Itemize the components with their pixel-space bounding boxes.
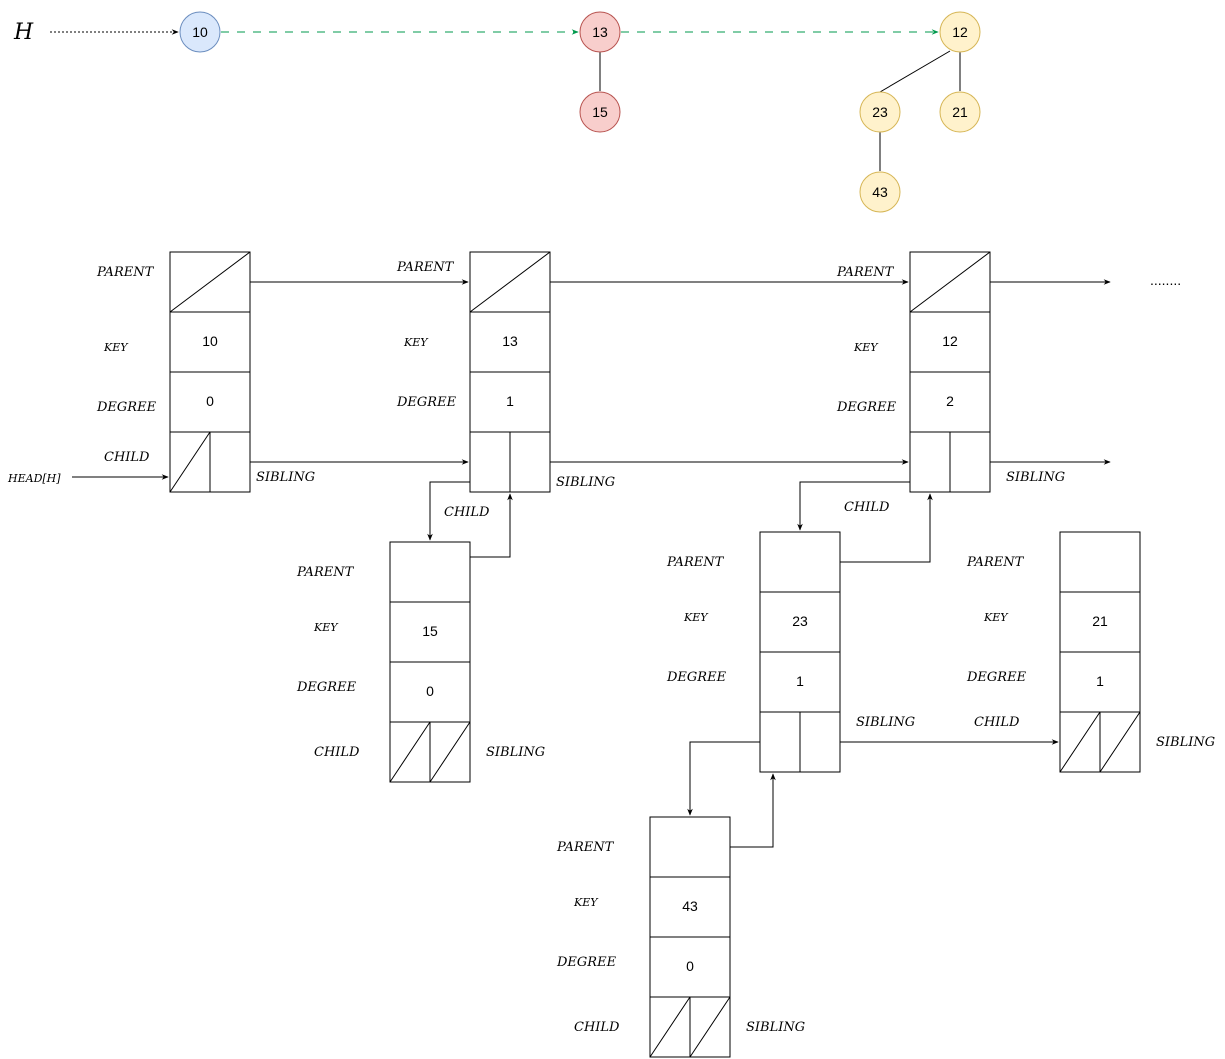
parent-label: PARENT (296, 565, 355, 580)
degree-value: 0 (426, 683, 434, 699)
key-label: KEY (573, 896, 599, 909)
binomial-heap-diagram: H 10 13151223 2143 100PARENTKEYDEGREECHI… (7, 11, 1215, 1058)
sibling-cell (509, 431, 551, 493)
parent-cell (759, 531, 841, 593)
parent-cell (1059, 531, 1141, 593)
degree-value: 0 (206, 393, 214, 409)
sibling-label: SIBLING (556, 475, 615, 490)
tree-node: 23 (859, 91, 901, 133)
degree-label: DEGREE (296, 680, 357, 695)
key-label: KEY (103, 341, 129, 354)
parent-cell (389, 541, 471, 603)
parent-label: PARENT (396, 260, 455, 275)
tree-node-key: 12 (952, 24, 968, 40)
key-value: 23 (792, 613, 808, 629)
sibling-cell (209, 431, 251, 493)
degree-label: DEGREE (836, 400, 897, 415)
sibling-label: SIBLING (856, 715, 915, 730)
key-value: 13 (502, 333, 518, 349)
tree-node-key: 43 (872, 184, 888, 200)
node-record-10: 10 0 PARENT KEY DEGREE CHILD SIBLING (96, 251, 315, 493)
node-record-13: 13 1 PARENT KEY DEGREE CHILD SIBLING (396, 251, 615, 520)
child-label: CHILD (444, 505, 490, 520)
sibling-label: SIBLING (1156, 735, 1215, 750)
tree-node: 15 (579, 91, 621, 133)
tree-node: 43 (859, 171, 901, 213)
child-label: CHILD (844, 500, 890, 515)
child-cell (909, 431, 951, 493)
degree-label: DEGREE (966, 670, 1027, 685)
ellipsis: ........ (1150, 272, 1181, 288)
sibling-label: SIBLING (1006, 470, 1065, 485)
tree-node-key: 23 (872, 104, 888, 120)
sibling-cell (799, 711, 841, 773)
node-record-43: 43 0 PARENT KEY DEGREE CHILD SIBLING (556, 816, 805, 1058)
degree-value: 1 (796, 673, 804, 689)
degree-label: DEGREE (666, 670, 727, 685)
degree-value: 2 (946, 393, 954, 409)
tree-node: 21 (939, 91, 981, 133)
degree-value: 1 (506, 393, 514, 409)
child-label: CHILD (314, 745, 360, 760)
node-record-12: 12 2 PARENT KEY DEGREE CHILD SIBLING (836, 251, 1065, 515)
child-cell (469, 431, 511, 493)
degree-label: DEGREE (396, 395, 457, 410)
parent-label: PARENT (96, 265, 155, 280)
tree-node-key: 10 (192, 24, 208, 40)
parent-cell (649, 816, 731, 878)
child-label: CHILD (104, 450, 150, 465)
parent-label: PARENT (836, 265, 895, 280)
degree-label: DEGREE (556, 955, 617, 970)
node-record-23: 23 1 PARENT KEY DEGREE SIBLING (666, 531, 915, 773)
key-label: KEY (983, 611, 1009, 624)
sibling-label: SIBLING (486, 745, 545, 760)
parent-label: PARENT (966, 555, 1025, 570)
head-label: HEAD[H] (7, 472, 61, 485)
tree-node-key: 13 (592, 24, 608, 40)
child-label: CHILD (974, 715, 1020, 730)
node-record-15: 15 0 PARENT KEY DEGREE CHILD SIBLING (296, 541, 545, 783)
key-label: KEY (313, 621, 339, 634)
heap-label: H (13, 20, 34, 45)
tree-view: H 10 13 15 12 23 21 43 (13, 11, 981, 213)
key-label: KEY (683, 611, 709, 624)
tree-edge (879, 50, 951, 93)
sibling-cell (949, 431, 991, 493)
child-cell (759, 711, 801, 773)
child-label: CHILD (574, 1020, 620, 1035)
tree-node-key: 21 (952, 104, 968, 120)
record-view: 100PARENTKEYDEGREECHILDSIBLING131PARENTK… (7, 251, 1215, 1058)
key-value: 15 (422, 623, 438, 639)
key-value: 10 (202, 333, 218, 349)
key-value: 43 (682, 898, 698, 914)
sibling-label: SIBLING (256, 470, 315, 485)
tree-node: 13 (579, 11, 621, 53)
degree-value: 1 (1096, 673, 1104, 689)
tree-node: 10 (179, 11, 221, 53)
key-label: KEY (853, 341, 879, 354)
degree-value: 0 (686, 958, 694, 974)
key-value: 21 (1092, 613, 1108, 629)
parent-label: PARENT (666, 555, 725, 570)
key-value: 12 (942, 333, 958, 349)
sibling-label: SIBLING (746, 1020, 805, 1035)
parent-label: PARENT (556, 840, 615, 855)
tree-node-key: 15 (592, 104, 608, 120)
node-record-21: 21 1 PARENT KEY DEGREE CHILD SIBLING (966, 531, 1215, 773)
tree-node: 12 (939, 11, 981, 53)
key-label: KEY (403, 336, 429, 349)
degree-label: DEGREE (96, 400, 157, 415)
